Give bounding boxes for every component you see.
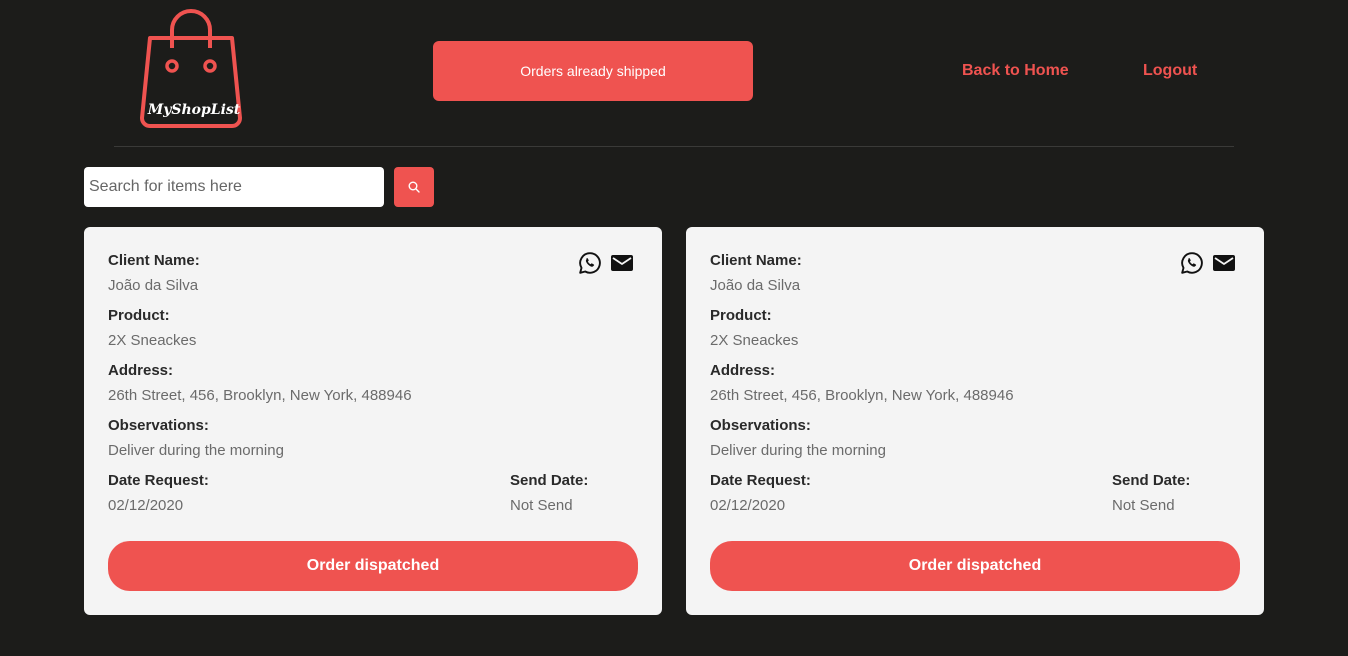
search-input[interactable] xyxy=(84,167,384,207)
whatsapp-icon[interactable] xyxy=(1180,251,1204,275)
product-value: 2X Sneackes xyxy=(108,332,197,349)
send-date-label: Send Date: xyxy=(510,472,589,489)
observations-value: Deliver during the morning xyxy=(710,442,886,459)
send-date-value: Not Send xyxy=(510,497,573,514)
observations-label: Observations: xyxy=(710,417,811,434)
shopping-bag-logo-icon: MyShopList xyxy=(140,9,242,128)
observations-label: Observations: xyxy=(108,417,209,434)
client-name-value: João da Silva xyxy=(108,277,199,294)
address-label: Address: xyxy=(108,362,174,379)
date-request-value: 02/12/2020 xyxy=(108,497,184,514)
back-to-home-link[interactable]: Back to Home xyxy=(962,62,1069,80)
order-card: Client Name: João da Silva Product: 2X S… xyxy=(686,227,1264,615)
contact-icons xyxy=(578,251,634,275)
address-value: 26th Street, 456, Brooklyn, New York, 48… xyxy=(108,387,412,404)
observations-value: Deliver during the morning xyxy=(108,442,284,459)
whatsapp-icon[interactable] xyxy=(578,251,602,275)
order-dispatched-button[interactable]: Order dispatched xyxy=(710,541,1240,591)
date-request-value: 02/12/2020 xyxy=(710,497,786,514)
client-name-label: Client Name: xyxy=(108,252,200,269)
product-value: 2X Sneackes xyxy=(710,332,799,349)
orders-shipped-button[interactable]: Orders already shipped xyxy=(433,41,753,101)
search-icon xyxy=(408,181,420,193)
search-button[interactable] xyxy=(394,167,434,207)
header-divider xyxy=(114,146,1234,147)
mail-icon[interactable] xyxy=(610,253,634,273)
mail-icon[interactable] xyxy=(1212,253,1236,273)
order-dispatched-button[interactable]: Order dispatched xyxy=(108,541,638,591)
product-label: Product: xyxy=(108,307,170,324)
logo[interactable]: MyShopList xyxy=(138,8,244,132)
send-date-value: Not Send xyxy=(1112,497,1175,514)
address-value: 26th Street, 456, Brooklyn, New York, 48… xyxy=(710,387,1014,404)
product-label: Product: xyxy=(710,307,772,324)
header: MyShopList Orders already shipped Back t… xyxy=(0,0,1348,147)
send-date-label: Send Date: xyxy=(1112,472,1191,489)
client-name-value: João da Silva xyxy=(710,277,801,294)
logout-link[interactable]: Logout xyxy=(1143,62,1197,80)
contact-icons xyxy=(1180,251,1236,275)
logo-text: MyShopList xyxy=(147,102,241,118)
order-card: Client Name: João da Silva Product: 2X S… xyxy=(84,227,662,615)
date-request-label: Date Request: xyxy=(710,472,811,489)
date-request-label: Date Request: xyxy=(108,472,209,489)
address-label: Address: xyxy=(710,362,776,379)
client-name-label: Client Name: xyxy=(710,252,802,269)
